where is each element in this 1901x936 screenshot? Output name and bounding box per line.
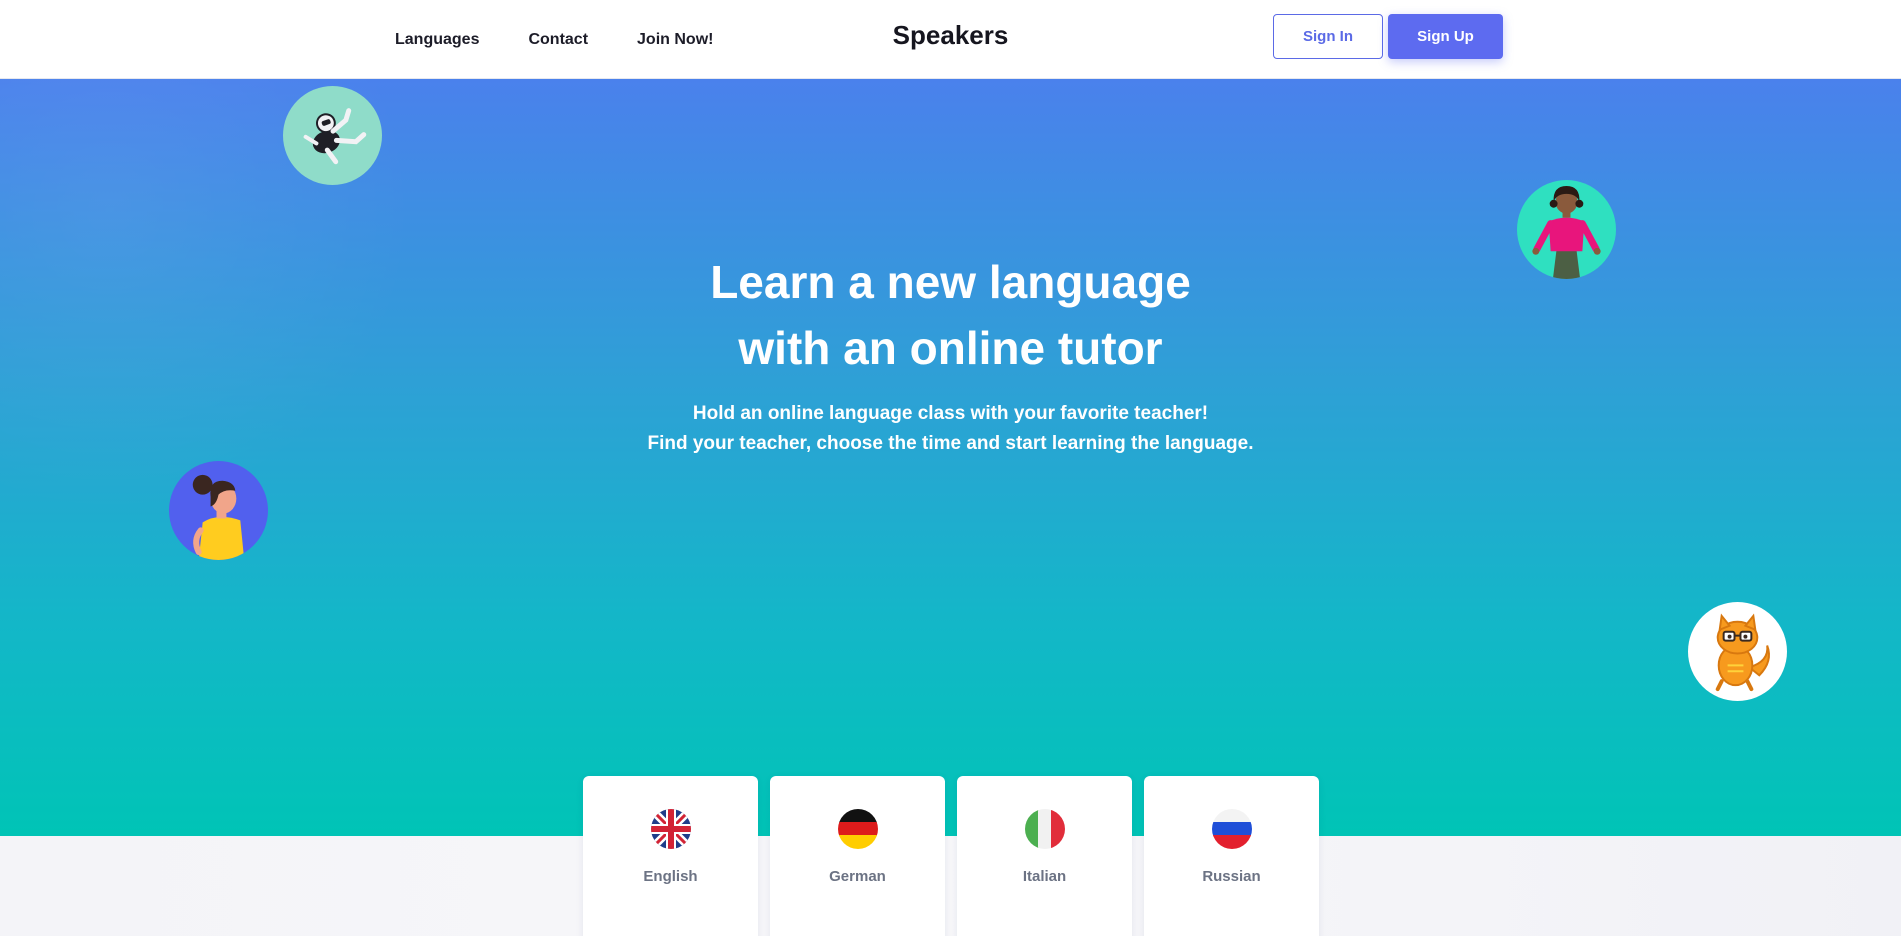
italy-flag-icon bbox=[1024, 809, 1065, 849]
astronaut-avatar-icon bbox=[283, 86, 382, 185]
sign-in-button[interactable]: Sign In bbox=[1273, 14, 1383, 59]
main-nav: Languages Contact Join Now! bbox=[395, 0, 762, 79]
brand-logo: Speakers bbox=[892, 20, 1009, 50]
auth-buttons: Sign In Sign Up bbox=[1273, 14, 1503, 59]
woman-yellow-shirt-avatar-icon bbox=[169, 461, 268, 560]
language-name: Italian bbox=[1022, 868, 1067, 885]
hero-subtitle-line-1: Hold an online language class with your … bbox=[692, 403, 1209, 424]
language-name: Russian bbox=[1202, 868, 1261, 885]
germany-flag-icon bbox=[837, 809, 878, 849]
hero-section: Learn a new language with an online tuto… bbox=[0, 79, 1901, 836]
hero-subtitle-line-2: Find your teacher, choose the time and s… bbox=[647, 433, 1254, 454]
language-card-italian[interactable]: Italian bbox=[957, 776, 1132, 936]
language-card-english[interactable]: English bbox=[583, 776, 758, 936]
hero-subtitle: Hold an online language class with your … bbox=[0, 399, 1901, 459]
language-name: English bbox=[643, 868, 698, 885]
hero-title-line-2: with an online tutor bbox=[738, 322, 1163, 374]
uk-flag-icon bbox=[650, 809, 691, 849]
russia-flag-icon bbox=[1211, 809, 1252, 849]
cat-with-glasses-avatar-icon bbox=[1688, 602, 1787, 701]
sign-up-button[interactable]: Sign Up bbox=[1388, 14, 1503, 59]
language-card-russian[interactable]: Russian bbox=[1144, 776, 1319, 936]
woman-pink-sweater-avatar-icon bbox=[1517, 180, 1616, 279]
hero-title-line-1: Learn a new language bbox=[710, 256, 1191, 308]
top-navbar: Languages Contact Join Now! Speakers Sig… bbox=[0, 0, 1901, 79]
nav-link-contact[interactable]: Contact bbox=[528, 31, 588, 49]
nav-link-join-now[interactable]: Join Now! bbox=[637, 31, 713, 49]
language-card-german[interactable]: German bbox=[770, 776, 945, 936]
language-cards: English German Italian Russian bbox=[583, 776, 1331, 936]
language-name: German bbox=[829, 868, 886, 885]
nav-link-languages[interactable]: Languages bbox=[395, 31, 479, 49]
hero-title: Learn a new language with an online tuto… bbox=[0, 249, 1901, 381]
